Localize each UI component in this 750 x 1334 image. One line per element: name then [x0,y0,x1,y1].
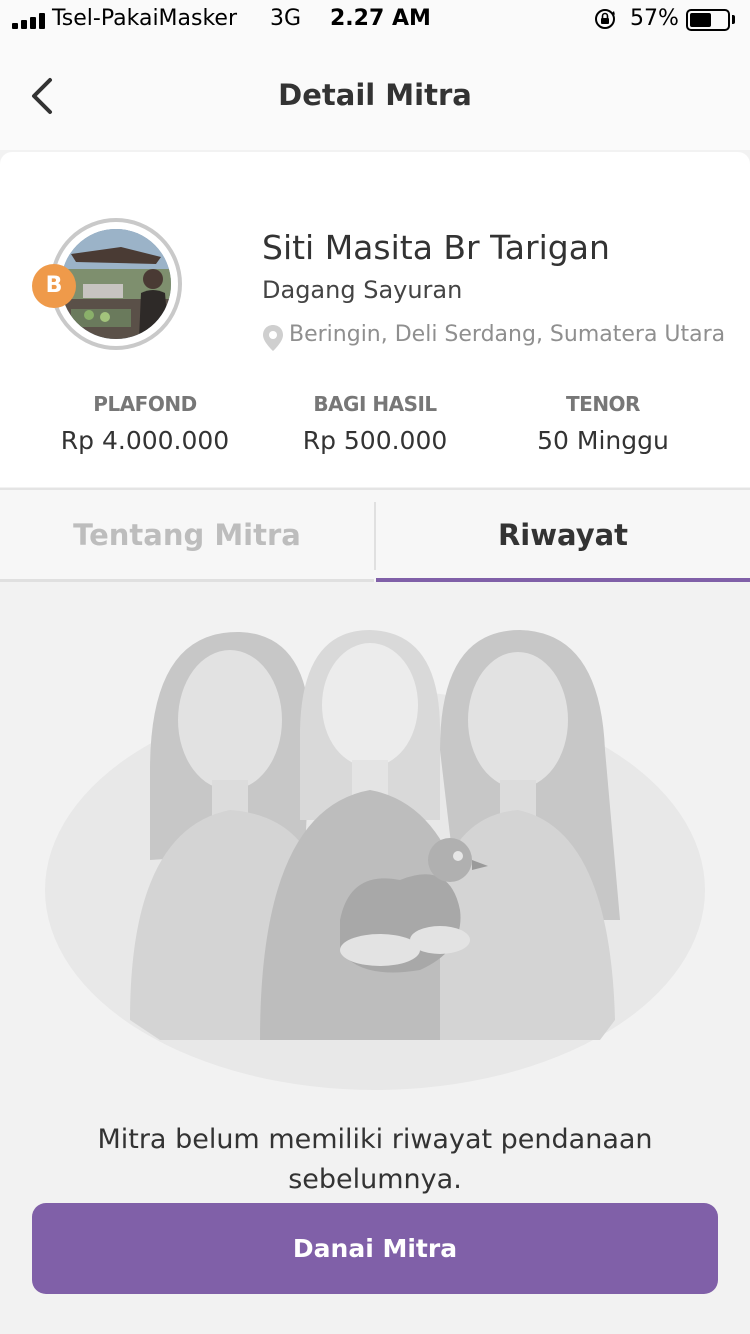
partner-card: B Siti Masita Br Tarigan Dagang Sayuran … [0,152,750,487]
partner-location: Beringin, Deli Serdang, Sumatera Utara [289,322,726,347]
stat-label: TENOR [566,392,640,416]
partner-name: Siti Masita Br Tarigan [262,228,610,267]
partner-business: Dagang Sayuran [262,276,463,304]
stat-value: Rp 4.000.000 [60,426,230,455]
status-time: 2.27 AM [330,6,431,31]
battery-icon [686,9,730,31]
stat-label: PLAFOND [93,392,197,416]
stat-plafond: PLAFOND Rp 4.000.000 [30,392,260,455]
stat-bagi-hasil: BAGI HASIL Rp 500.000 [260,392,490,455]
stat-value: Rp 500.000 [302,426,448,455]
battery-percentage: 57% [630,6,679,31]
tab-tentang-mitra[interactable]: Tentang Mitra [0,490,374,582]
status-bar: Tsel-PakaiMasker 3G 2.27 AM 57% [0,0,750,40]
stat-value: 50 Minggu [537,426,669,455]
stat-label: BAGI HASIL [313,392,437,416]
tab-bar: Tentang Mitra Riwayat [0,488,750,582]
women-group-illustration [45,630,705,1090]
avatar-photo [61,229,171,339]
location-pin-icon [263,325,283,351]
page-title: Detail Mitra [278,78,472,112]
app-header: Detail Mitra [0,40,750,150]
level-badge: B [32,264,76,308]
tab-riwayat[interactable]: Riwayat [376,490,750,582]
fund-partner-button[interactable]: Danai Mitra [32,1203,718,1294]
carrier-name: Tsel-PakaiMasker [52,6,238,31]
rotation-lock-icon [595,9,615,29]
stat-tenor: TENOR 50 Minggu [488,392,718,455]
empty-state-message: Mitra belum memiliki riwayat pendanaan s… [97,1124,653,1195]
battery-tip [732,15,735,24]
signal-icon [12,13,48,29]
network-type: 3G [270,6,302,31]
